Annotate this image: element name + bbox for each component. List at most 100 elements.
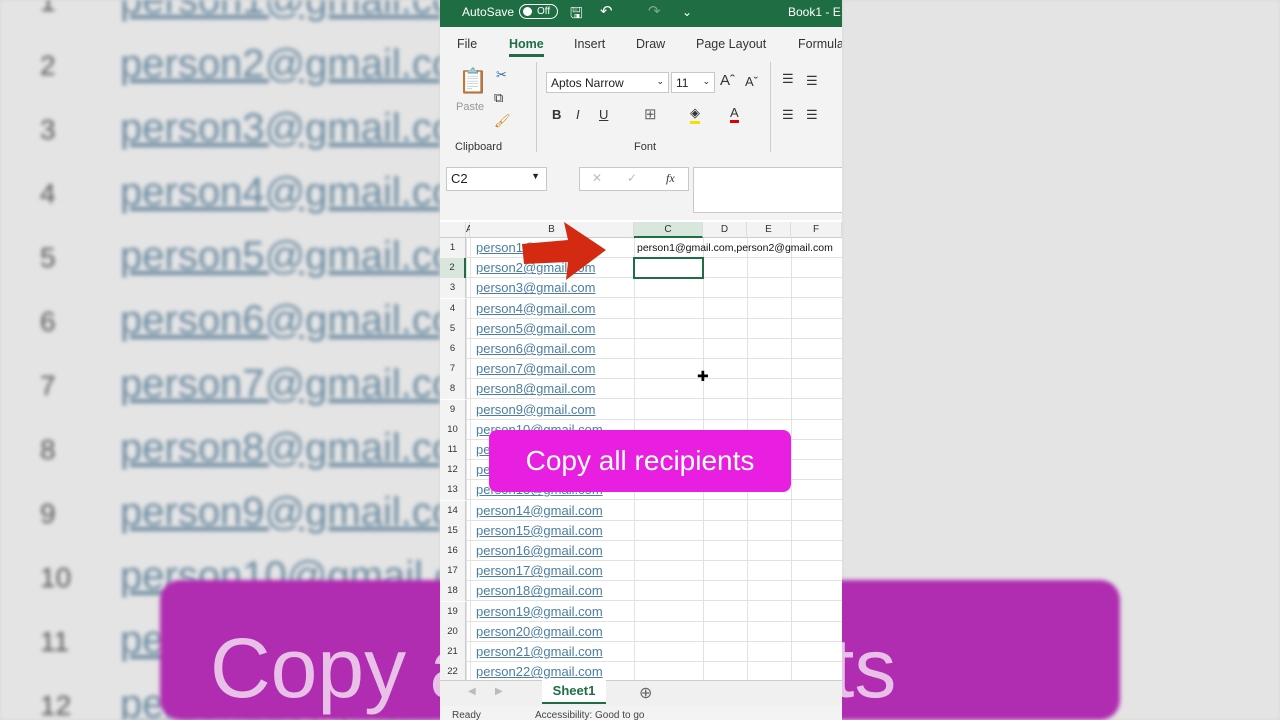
email-cell[interactable]: person19@gmail.com: [476, 604, 603, 619]
borders-icon[interactable]: ⊞: [644, 105, 657, 123]
row-header[interactable]: 15: [440, 520, 466, 541]
row-header[interactable]: 2: [440, 258, 466, 279]
selected-cell-c2[interactable]: [633, 257, 704, 280]
email-cell[interactable]: person3@gmail.com: [476, 280, 595, 295]
cancel-icon[interactable]: ✕: [592, 171, 602, 185]
email-cell[interactable]: person8@gmail.com: [476, 381, 595, 396]
italic-button[interactable]: I: [576, 107, 580, 122]
row-header[interactable]: 20: [440, 621, 466, 642]
autosave-toggle[interactable]: Off: [519, 4, 558, 19]
save-icon[interactable]: 🖫: [570, 3, 583, 28]
blurred-email: person9@gmail.com: [120, 490, 440, 534]
email-cell[interactable]: person20@gmail.com: [476, 624, 603, 639]
blurred-row: 3 person3@gmail.com: [0, 100, 440, 164]
column-header-c[interactable]: C: [634, 222, 703, 238]
row-header[interactable]: 6: [440, 339, 466, 359]
font-size-select[interactable]: 11 ⌄: [671, 72, 715, 93]
column-header-f[interactable]: F: [791, 222, 842, 238]
format-painter-icon[interactable]: 🖌: [494, 113, 511, 129]
sheet-tab-sheet1[interactable]: Sheet1: [542, 680, 606, 704]
row-header[interactable]: 21: [440, 642, 466, 662]
tab-page-layout[interactable]: Page Layout: [696, 37, 766, 51]
select-all-corner[interactable]: [440, 222, 466, 238]
cell-c1[interactable]: person1@gmail.com,person2@gmail.com: [637, 242, 833, 254]
table-row: 17 person17@gmail.com: [440, 561, 842, 582]
undo-icon[interactable]: ↶: [600, 2, 613, 20]
cut-icon[interactable]: ✂: [496, 67, 507, 83]
row-header[interactable]: 1: [440, 238, 466, 258]
tab-home[interactable]: Home: [509, 37, 544, 57]
excel-window: AutoSave Off 🖫 ↶ ↷ ⌄ Book1 - E File Home…: [440, 0, 842, 720]
email-cell[interactable]: person14@gmail.com: [476, 503, 603, 518]
blurred-email: person6@gmail.com: [120, 298, 440, 342]
row-header[interactable]: 9: [440, 399, 466, 420]
email-cell[interactable]: person9@gmail.com: [476, 402, 595, 417]
align-middle-icon[interactable]: ☰: [806, 73, 818, 89]
scroll-right-icon[interactable]: ▶: [495, 686, 503, 697]
decrease-font-size-icon[interactable]: Aˇ: [745, 74, 758, 89]
tab-insert[interactable]: Insert: [574, 37, 605, 51]
increase-font-size-icon[interactable]: Aˆ: [720, 72, 735, 89]
font-color-icon[interactable]: A: [730, 105, 739, 123]
row-header[interactable]: 10: [440, 419, 466, 440]
copy-icon[interactable]: ⧉: [494, 90, 503, 106]
ribbon: File Home Insert Draw Page Layout Formul…: [440, 27, 842, 157]
accessibility-status[interactable]: Accessibility: Good to go: [535, 710, 645, 720]
paste-icon[interactable]: 📋: [458, 67, 488, 96]
email-cell[interactable]: person4@gmail.com: [476, 301, 595, 316]
align-left-icon[interactable]: ☰: [782, 107, 794, 123]
add-sheet-icon[interactable]: ⊕: [639, 683, 652, 703]
scroll-left-icon[interactable]: ◀: [468, 686, 476, 697]
row-header[interactable]: 5: [440, 318, 466, 339]
email-cell[interactable]: person7@gmail.com: [476, 361, 595, 376]
column-header-e[interactable]: E: [747, 222, 791, 238]
blurred-row-number: 6: [40, 306, 56, 337]
bold-button[interactable]: B: [552, 107, 561, 122]
row-header[interactable]: 7: [440, 359, 466, 380]
tab-formulas[interactable]: Formula: [798, 37, 842, 51]
email-cell[interactable]: person18@gmail.com: [476, 583, 603, 598]
insert-function-icon[interactable]: fx: [666, 171, 675, 186]
blurred-email: person2@gmail.com: [120, 42, 440, 86]
row-header[interactable]: 8: [440, 379, 466, 400]
row-header[interactable]: 19: [440, 601, 466, 622]
row-header[interactable]: 18: [440, 581, 466, 602]
redo-icon[interactable]: ↷: [648, 2, 661, 20]
row-header[interactable]: 12: [440, 460, 466, 481]
font-name-value: Aptos Narrow: [551, 76, 624, 90]
enter-icon[interactable]: ✓: [627, 171, 637, 185]
font-name-select[interactable]: Aptos Narrow ⌄: [546, 72, 669, 93]
tab-file[interactable]: File: [457, 37, 477, 51]
column-header-d[interactable]: D: [703, 222, 747, 238]
row-header[interactable]: 3: [440, 278, 466, 299]
email-cell[interactable]: person22@gmail.com: [476, 664, 603, 679]
align-top-icon[interactable]: ☰: [782, 71, 794, 87]
row-header[interactable]: 17: [440, 561, 466, 582]
email-cell[interactable]: person21@gmail.com: [476, 644, 603, 659]
tab-draw[interactable]: Draw: [636, 37, 665, 51]
row-header[interactable]: 16: [440, 541, 466, 561]
table-row: 4 person4@gmail.com: [440, 298, 842, 319]
formula-input[interactable]: [693, 167, 842, 213]
table-row: 6 person6@gmail.com: [440, 339, 842, 359]
email-cell[interactable]: person6@gmail.com: [476, 341, 595, 356]
blurred-row-number: 12: [40, 690, 72, 720]
row-header[interactable]: 13: [440, 480, 466, 501]
name-box[interactable]: C2 ▼: [446, 167, 547, 191]
table-row: 3 person3@gmail.com: [440, 278, 842, 299]
email-cell[interactable]: person17@gmail.com: [476, 563, 603, 578]
email-cell[interactable]: person15@gmail.com: [476, 523, 603, 538]
customize-toolbar-icon[interactable]: ⌄: [682, 5, 692, 19]
formula-buttons: ✕ ✓ fx: [579, 167, 689, 191]
align-center-icon[interactable]: ☰: [806, 107, 818, 123]
blurred-email: person1@gmail.com: [120, 0, 440, 22]
fill-color-icon[interactable]: ◈: [690, 105, 700, 124]
row-header[interactable]: 4: [440, 298, 466, 319]
divider: [536, 62, 537, 152]
sheet-tab-bar: ◀ ▶ Sheet1 ⊕: [440, 680, 842, 706]
underline-button[interactable]: U: [599, 107, 608, 122]
email-cell[interactable]: person5@gmail.com: [476, 321, 595, 336]
row-header[interactable]: 14: [440, 500, 466, 521]
row-header[interactable]: 11: [440, 440, 466, 460]
email-cell[interactable]: person16@gmail.com: [476, 543, 603, 558]
